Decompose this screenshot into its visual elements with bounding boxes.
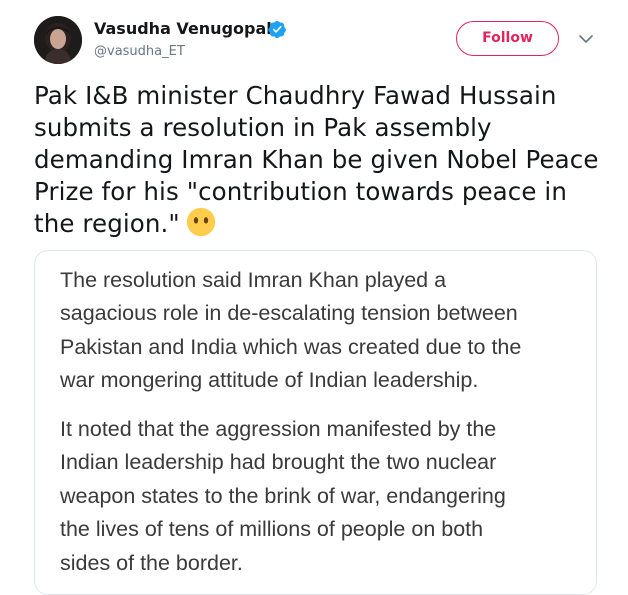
verified-badge-icon xyxy=(268,20,286,39)
avatar[interactable] xyxy=(34,16,82,64)
tweet-text-line: demanding Imran Khan be given Nobel Peac… xyxy=(34,145,599,174)
chevron-down-icon[interactable] xyxy=(578,33,594,45)
tweet-text-line: submits a resolution in Pak assembly xyxy=(34,113,492,142)
face-without-mouth-emoji-icon xyxy=(186,207,215,237)
quoted-text-line: sagacious role in de-escalating tension … xyxy=(60,301,518,326)
tweet-text-line: Pak I&B minister Chaudhry Fawad Hussain xyxy=(34,81,557,110)
author-display-name[interactable]: Vasudha Venugopal xyxy=(94,19,272,39)
quoted-text-line: It noted that the aggression manifested … xyxy=(60,417,497,441)
quoted-text-line: Pakistan and India which was created due… xyxy=(60,334,522,359)
author-handle[interactable]: @vasudha_ET xyxy=(94,44,185,60)
quoted-text-card[interactable]: The resolution said Imran Khan played a … xyxy=(34,250,597,595)
quoted-text-line: the lives of tens of millions of people … xyxy=(60,517,484,542)
quoted-text-line: The resolution said Imran Khan played a xyxy=(60,268,447,292)
tweet-text-line: the region." xyxy=(34,209,180,238)
tweet-text: Pak I&B minister Chaudhry Fawad Hussain … xyxy=(34,80,614,240)
avatar-image xyxy=(34,16,82,64)
tweet-header: Vasudha Venugopal @vasudha_ET Follow xyxy=(0,0,628,80)
quoted-paragraph-1: The resolution said Imran Khan played a … xyxy=(60,264,590,398)
follow-button[interactable]: Follow xyxy=(456,21,559,56)
quoted-paragraph-2: It noted that the aggression manifested … xyxy=(60,413,590,580)
tweet-text-line-last: the region." xyxy=(34,207,614,240)
quoted-text-line: sides of the border. xyxy=(60,550,243,575)
quoted-text-line: weapon states to the brink of war, endan… xyxy=(60,483,506,508)
tweet-text-line: Prize for his "contribution towards peac… xyxy=(34,177,567,206)
quoted-text-line: war mongering attitude of Indian leaders… xyxy=(60,368,479,393)
quoted-text-line: Indian leadership had brought the two nu… xyxy=(60,450,497,475)
